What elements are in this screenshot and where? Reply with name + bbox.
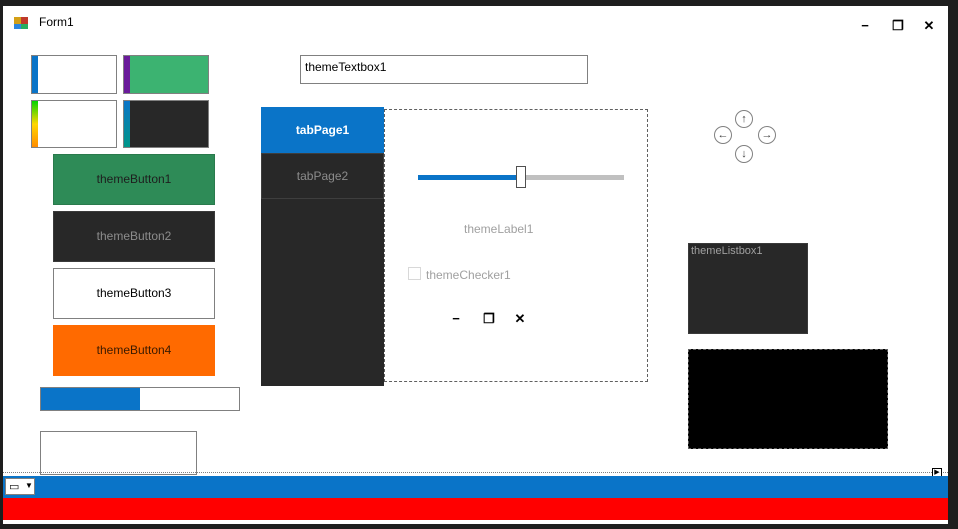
strip-dropdown[interactable]: ▭ ▼	[5, 478, 35, 495]
arrow-left-icon[interactable]: ←	[714, 126, 732, 144]
app-icon	[13, 15, 29, 31]
theme-button-2[interactable]: themeButton2	[53, 211, 215, 262]
window-title: Form1	[39, 15, 74, 29]
theme-textbox[interactable]: themeTextbox1	[300, 55, 588, 84]
accent-panel-green[interactable]	[123, 55, 209, 94]
theme-listbox[interactable]: themeListbox1	[688, 243, 808, 334]
arrow-down-icon[interactable]: ↓	[735, 145, 753, 163]
black-panel	[688, 349, 888, 449]
status-strip: ▭ ▼	[3, 476, 948, 498]
tab-content: themeLabel1 themeChecker1 − ❐ ✕	[384, 109, 648, 382]
slider-thumb[interactable]	[516, 166, 526, 188]
theme-button-4[interactable]: themeButton4	[53, 325, 215, 376]
theme-button-1[interactable]: themeButton1	[53, 154, 215, 205]
listbox-item[interactable]: themeListbox1	[691, 245, 763, 257]
accent-bar	[124, 101, 130, 147]
minimize-button[interactable]: −	[855, 16, 875, 36]
tab-page-2[interactable]: tabPage2	[261, 153, 384, 199]
theme-checker-label: themeChecker1	[426, 268, 511, 282]
inner-close-button[interactable]: ✕	[510, 309, 530, 329]
arrow-up-icon[interactable]: ↑	[735, 110, 753, 128]
page-icon: ▭	[9, 481, 20, 493]
progress-bar	[40, 387, 240, 411]
close-button[interactable]: ✕	[919, 16, 939, 36]
inner-restore-button[interactable]: ❐	[479, 309, 499, 329]
accent-panel-dark[interactable]	[123, 100, 209, 148]
accent-bar	[32, 56, 38, 93]
separator-line	[3, 472, 948, 473]
theme-checkbox[interactable]	[408, 267, 421, 280]
form-window: Form1 − ❐ ✕ themeButton1 themeButton2 th…	[3, 6, 948, 524]
restore-button[interactable]: ❐	[888, 16, 908, 36]
accent-panel-gradient[interactable]	[31, 100, 117, 148]
chevron-down-icon: ▼	[25, 481, 33, 490]
accent-bar	[124, 56, 130, 93]
slider-fill	[418, 175, 521, 180]
theme-button-3[interactable]: themeButton3	[53, 268, 215, 319]
arrow-right-icon[interactable]: →	[758, 126, 776, 144]
accent-bar	[32, 101, 38, 147]
progress-fill	[41, 388, 140, 410]
inner-minimize-button[interactable]: −	[446, 309, 466, 329]
tab-strip: tabPage1 tabPage2	[261, 107, 384, 386]
theme-label: themeLabel1	[464, 222, 534, 236]
slider-track[interactable]	[418, 166, 624, 188]
red-band	[3, 498, 948, 520]
tab-page-1[interactable]: tabPage1	[261, 107, 384, 153]
accent-panel-blue[interactable]	[31, 55, 117, 94]
empty-panel[interactable]	[40, 431, 197, 475]
